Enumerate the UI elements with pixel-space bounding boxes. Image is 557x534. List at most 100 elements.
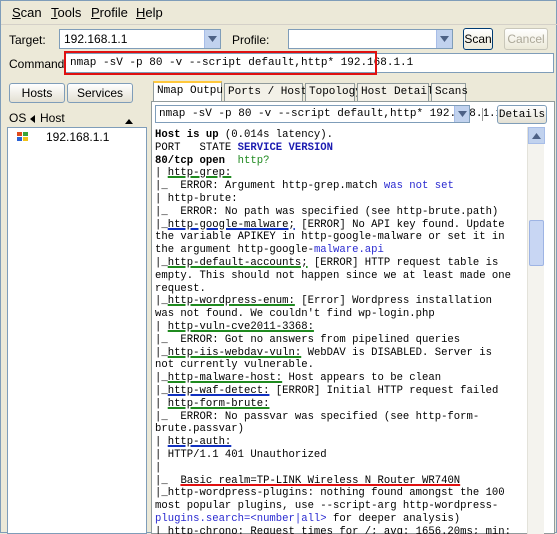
output-text-span: for deeper analysis) bbox=[326, 512, 461, 525]
output-text-span: the variable APIKEY in http-google-malwa… bbox=[155, 231, 505, 244]
output-line: most popular plugins, use --script-arg h… bbox=[155, 500, 517, 513]
output-text-span: | bbox=[155, 320, 168, 333]
output-line: | http-vuln-cve2011-3368: bbox=[155, 321, 517, 334]
chevron-down-icon[interactable] bbox=[454, 106, 469, 122]
menu-scan[interactable]: Scan bbox=[12, 5, 42, 20]
profile-combo[interactable] bbox=[288, 29, 453, 49]
output-line: was not found. We couldn't find wp-login… bbox=[155, 308, 517, 321]
output-text-span: |_ ERROR: Argument http-grep.match bbox=[155, 180, 384, 193]
output-text-span: empty. This should not happen since we a… bbox=[155, 269, 512, 282]
output-text-span: [ERROR] No API key found. Update bbox=[294, 218, 505, 231]
output-line: |_http-default-accounts; [ERROR] HTTP re… bbox=[155, 257, 517, 270]
output-line: request. bbox=[155, 283, 517, 296]
output-text-span: http-form-brute: bbox=[167, 397, 270, 410]
output-text-span: Basic realm=TP-LINK Wireless N Router WR… bbox=[180, 474, 461, 487]
os-windows-icon bbox=[16, 131, 30, 143]
output-text-span: brute.passvar) bbox=[155, 423, 245, 436]
profile-label: Profile: bbox=[232, 33, 270, 47]
menu-profile[interactable]: Profile bbox=[91, 5, 128, 20]
command-input[interactable]: nmap -sV -p 80 -v --script default,http*… bbox=[65, 53, 554, 73]
services-button[interactable]: Services bbox=[67, 83, 133, 103]
output-text-span: 80/tcp open bbox=[155, 154, 238, 167]
output-text-span: http-default-accounts; bbox=[167, 256, 308, 269]
output-text-span: |_ ERROR: No path was specified (see htt… bbox=[155, 205, 499, 218]
output-text-span: http-auth: bbox=[167, 436, 232, 449]
output-text-span: |_ bbox=[155, 256, 168, 269]
output-text-span: http-grep: bbox=[167, 167, 232, 180]
tab-topology[interactable]: Topology bbox=[305, 83, 362, 101]
output-line: brute.passvar) bbox=[155, 423, 517, 436]
cancel-button[interactable]: Cancel bbox=[504, 28, 548, 50]
chevron-up-icon[interactable] bbox=[125, 113, 133, 127]
nmap-output-text[interactable]: Host is up (0.014s latency). PORT STATE S… bbox=[155, 129, 517, 534]
output-text-span: | bbox=[155, 436, 168, 449]
output-text-span: |_ bbox=[155, 346, 168, 359]
output-line: |_http-google-malware; [ERROR] No API ke… bbox=[155, 219, 517, 232]
menu-tools[interactable]: Tools bbox=[51, 5, 81, 20]
command-label: Command: bbox=[9, 57, 68, 71]
output-line: | http-grep: bbox=[155, 167, 517, 180]
target-combo[interactable]: 192.168.1.1 bbox=[59, 29, 221, 49]
output-text-span: [Error] Wordpress installation bbox=[294, 295, 492, 308]
output-scan-selector[interactable]: nmap -sV -p 80 -v --script default,http*… bbox=[155, 105, 502, 123]
output-text-span: | bbox=[155, 167, 168, 180]
scrollbar-thumb[interactable] bbox=[529, 219, 544, 267]
output-text-span: http-vuln-cve2011-3368: bbox=[167, 320, 314, 333]
output-text-span: plugins.search=<number|all> bbox=[155, 512, 327, 525]
chevron-down-icon[interactable] bbox=[204, 30, 220, 48]
output-text-span: |_ bbox=[155, 218, 168, 231]
output-text-span: http-iis-webdav-vuln: bbox=[167, 346, 302, 359]
output-text-span: | bbox=[155, 461, 162, 474]
details-button[interactable]: Details bbox=[497, 105, 547, 124]
output-line: |_http-iis-webdav-vuln: WebDAV is DISABL… bbox=[155, 347, 517, 360]
output-line: not currently vulnerable. bbox=[155, 359, 517, 372]
hosts-button[interactable]: Hosts bbox=[9, 83, 65, 103]
output-text-span: |_ bbox=[155, 384, 168, 397]
os-column-label: OS bbox=[9, 111, 27, 125]
output-line: PORT STATE SERVICE VERSION bbox=[155, 142, 517, 155]
output-text-span: |_ ERROR: Got no answers from pipelined … bbox=[155, 333, 461, 346]
target-value: 192.168.1.1 bbox=[64, 32, 128, 46]
output-line: |_ ERROR: No passvar was specified (see … bbox=[155, 411, 517, 424]
host-list-header[interactable]: OS Host bbox=[7, 109, 147, 127]
output-text-span: Host is up bbox=[155, 129, 219, 141]
chevron-down-icon[interactable] bbox=[436, 30, 452, 48]
separator-icon bbox=[475, 105, 491, 124]
output-text-span: malware.api bbox=[313, 244, 384, 257]
output-line: |_http-waf-detect: [ERROR] Initial HTTP … bbox=[155, 385, 517, 398]
output-text-span: [ERROR] Initial HTTP request failed bbox=[269, 384, 499, 397]
menu-bar: Scan Tools Profile Help bbox=[1, 1, 557, 25]
host-row[interactable]: 192.168.1.1 bbox=[16, 130, 109, 144]
output-line: empty. This should not happen since we a… bbox=[155, 270, 517, 283]
tab-scans[interactable]: Scans bbox=[431, 83, 468, 101]
output-text-span: |_ bbox=[155, 474, 181, 487]
output-text-span: [ERROR] HTTP request table is bbox=[307, 256, 499, 269]
output-text-span: Host appears to be clean bbox=[282, 372, 442, 385]
output-line: the argument http-google-malware.api bbox=[155, 244, 517, 257]
output-text-span: http-google-malware; bbox=[167, 218, 295, 231]
output-line: 80/tcp open http? bbox=[155, 155, 517, 168]
tab-host-details[interactable]: Host Details bbox=[357, 83, 440, 101]
output-text-span: PORT STATE bbox=[155, 141, 238, 154]
output-scrollbar[interactable] bbox=[527, 127, 545, 534]
output-text-span: |_http-wordpress-plugins: nothing found … bbox=[155, 487, 505, 500]
output-line: | http-auth: bbox=[155, 436, 517, 449]
output-text-span: was not found. We couldn't find wp-login… bbox=[155, 308, 435, 321]
scan-button[interactable]: Scan bbox=[463, 28, 493, 50]
output-text-span: |_ ERROR: No passvar was specified (see … bbox=[155, 410, 480, 423]
output-text-span: http? bbox=[237, 154, 270, 167]
target-label: Target: bbox=[9, 33, 46, 47]
tab-nmap-output[interactable]: Nmap Output bbox=[153, 81, 230, 102]
output-line: the variable APIKEY in http-google-malwa… bbox=[155, 231, 517, 244]
output-text-span: was not set bbox=[383, 180, 454, 193]
sort-arrow-icon bbox=[30, 112, 35, 126]
tab-ports-hosts[interactable]: Ports / Hosts bbox=[224, 83, 314, 101]
scroll-up-icon[interactable] bbox=[528, 127, 545, 144]
menu-help[interactable]: Help bbox=[136, 5, 163, 20]
output-line: |_http-malware-host: Host appears to be … bbox=[155, 372, 517, 385]
output-text-span: |_ bbox=[155, 295, 168, 308]
output-text-span: |_ bbox=[155, 372, 168, 385]
output-text-span: | HTTP/1.1 401 Unauthorized bbox=[155, 448, 327, 461]
host-list: 192.168.1.1 bbox=[7, 127, 147, 534]
zenmap-window: Scan Tools Profile Help Target: 192.168.… bbox=[0, 0, 557, 534]
